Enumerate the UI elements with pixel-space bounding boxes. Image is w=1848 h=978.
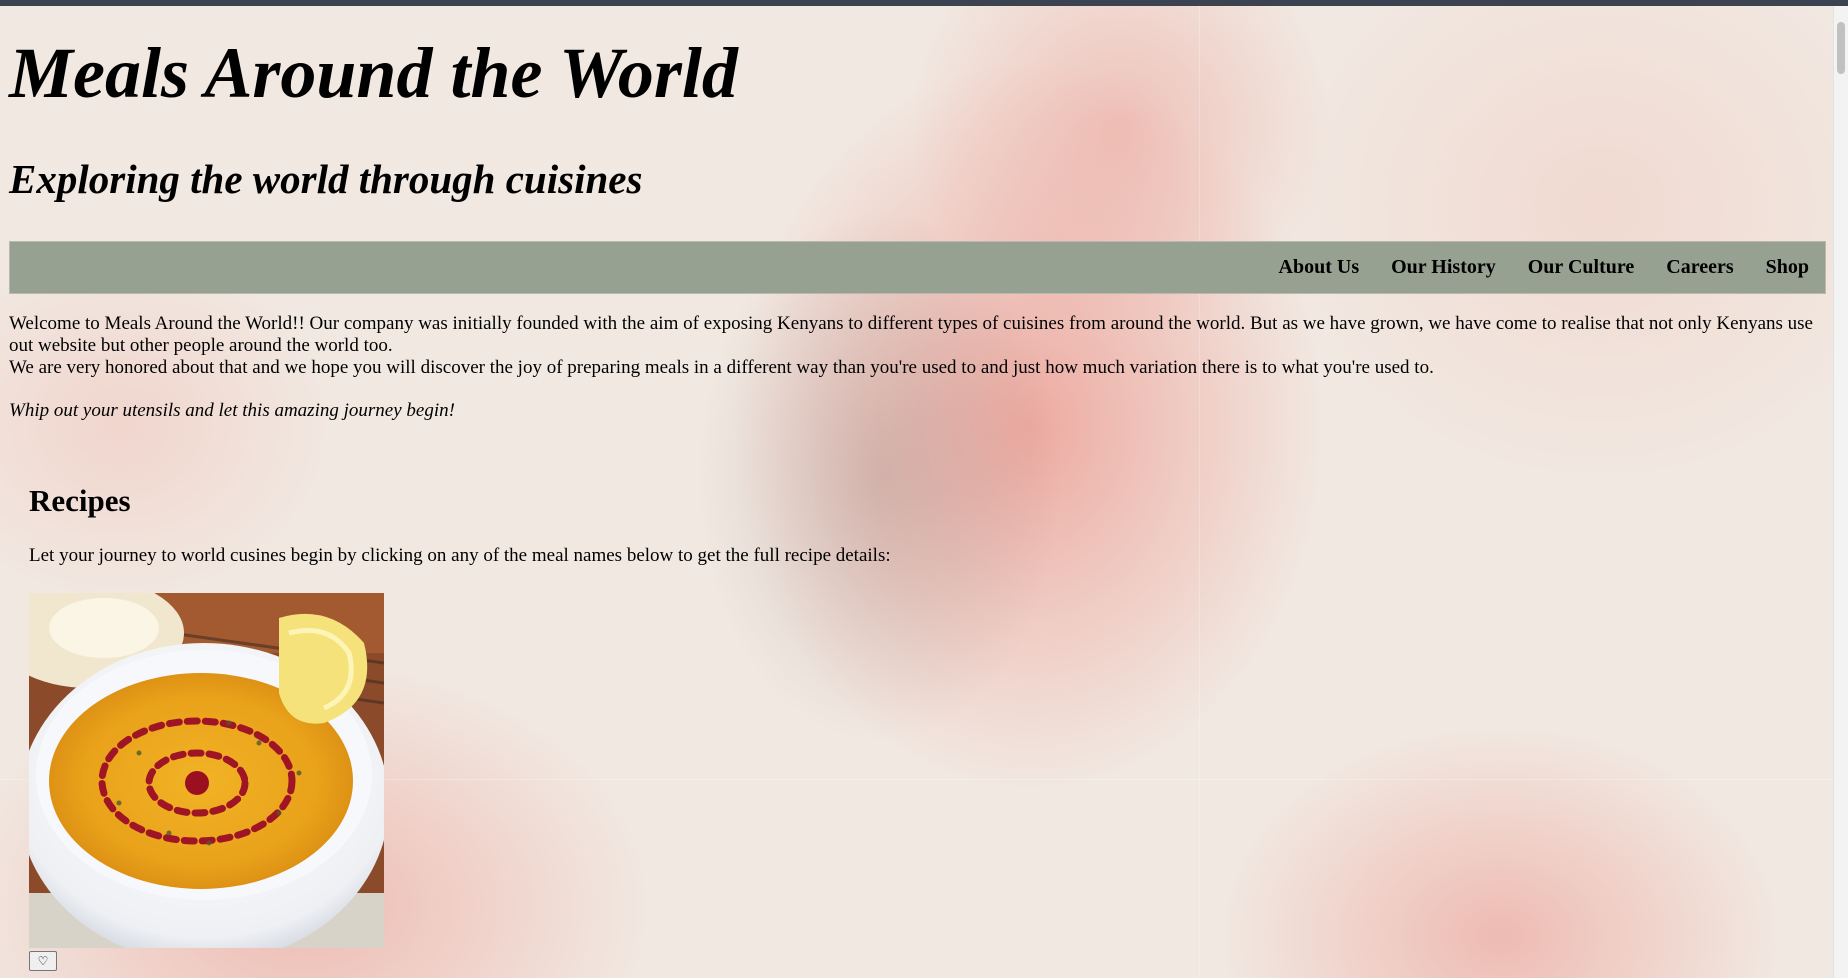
vertical-scrollbar[interactable] — [1833, 6, 1848, 978]
recipes-heading: Recipes — [29, 483, 131, 518]
scrollbar-thumb[interactable] — [1837, 22, 1845, 74]
soup-bowl-illustration — [29, 593, 384, 948]
heart-outline-icon: ♡ — [37, 954, 49, 968]
main-navigation: About Us Our History Our Culture Careers… — [9, 241, 1826, 294]
intro-section: Welcome to Meals Around the World!! Our … — [9, 313, 1821, 379]
intro-tagline: Whip out your utensils and let this amaz… — [9, 400, 455, 421]
nav-link-our-culture[interactable]: Our Culture — [1528, 256, 1635, 279]
soup-meal-image[interactable] — [29, 593, 384, 948]
nav-link-about-us[interactable]: About Us — [1279, 256, 1360, 279]
site-title: Meals Around the World — [9, 33, 738, 113]
site-subtitle: Exploring the world through cuisines — [9, 156, 643, 202]
like-button[interactable]: ♡ — [29, 951, 57, 971]
intro-paragraph: We are very honored about that and we ho… — [9, 357, 1434, 378]
nav-link-careers[interactable]: Careers — [1666, 256, 1733, 279]
nav-link-shop[interactable]: Shop — [1766, 256, 1809, 279]
background-tile-seam — [1199, 6, 1200, 978]
nav-link-our-history[interactable]: Our History — [1391, 256, 1496, 279]
intro-paragraph: Welcome to Meals Around the World!! Our … — [9, 313, 1813, 356]
recipes-section: Recipes Let your journey to world cusine… — [29, 482, 891, 971]
recipes-lead: Let your journey to world cusines begin … — [29, 545, 891, 566]
